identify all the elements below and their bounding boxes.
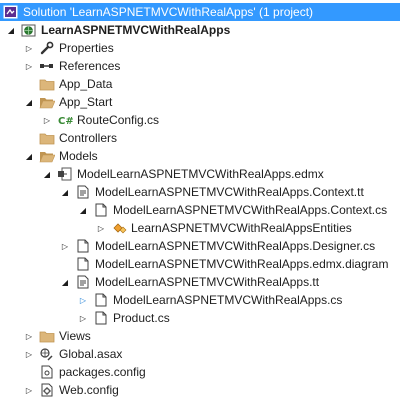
document-icon	[93, 311, 109, 325]
tree-item-document[interactable]: ModelLearnASPNETMVCWithRealApps.Context.…	[0, 201, 400, 219]
svg-text:C#: C#	[58, 116, 73, 127]
tree-item-document[interactable]: ModelLearnASPNETMVCWithRealApps.Designer…	[0, 237, 400, 255]
tree-item-label: RouteConfig.cs	[77, 113, 160, 127]
tree-item-web-project[interactable]: LearnASPNETMVCWithRealApps	[0, 21, 400, 39]
tree-item-config-file[interactable]: packages.config	[0, 363, 400, 381]
document-icon	[93, 293, 109, 307]
expand-arrow-icon[interactable]	[95, 219, 107, 237]
expand-arrow-icon[interactable]	[59, 237, 71, 255]
folder-open-icon	[39, 149, 56, 163]
expand-arrow-icon[interactable]	[23, 327, 35, 345]
tree-item-label: ModelLearnASPNETMVCWithRealApps.Designer…	[95, 239, 376, 253]
tree-item-label: LearnASPNETMVCWithRealAppsEntities	[131, 221, 352, 235]
tree-item-folder-open[interactable]: Models	[0, 147, 400, 165]
config-file-icon	[39, 365, 55, 379]
tree-item-web-config[interactable]: Web.config	[0, 381, 400, 399]
edmx-file-icon	[57, 167, 73, 181]
collapse-arrow-icon[interactable]	[59, 273, 71, 291]
tree-item-edmx-file[interactable]: ModelLearnASPNETMVCWithRealApps.edmx	[0, 165, 400, 183]
collapse-arrow-icon[interactable]	[41, 165, 53, 183]
expand-arrow-icon[interactable]	[23, 39, 35, 57]
tree-item-label: ModelLearnASPNETMVCWithRealApps.Context.…	[95, 185, 364, 199]
tree-item-document[interactable]: ModelLearnASPNETMVCWithRealApps.edmx.dia…	[0, 255, 400, 273]
folder-icon	[39, 77, 55, 91]
web-config-icon	[39, 383, 55, 397]
tree-item-folder[interactable]: Views	[0, 327, 400, 345]
global-asax-icon	[39, 347, 55, 361]
tree-item-folder-open[interactable]: App_Start	[0, 93, 400, 111]
tree-item-label: ModelLearnASPNETMVCWithRealApps.Context.…	[113, 203, 388, 217]
expand-arrow-icon[interactable]	[41, 111, 53, 129]
tree-item-label: Global.asax	[59, 347, 123, 361]
tree-item-label: ModelLearnASPNETMVCWithRealApps.edmx	[77, 167, 324, 181]
tree-item-label: App_Data	[59, 77, 113, 91]
tree-item-folder[interactable]: Controllers	[0, 129, 400, 147]
expand-arrow-icon[interactable]	[23, 345, 35, 363]
expand-arrow-icon[interactable]	[77, 309, 89, 327]
folder-icon	[39, 329, 55, 343]
document-icon	[93, 203, 109, 217]
tree-item-label: Solution 'LearnASPNETMVCWithRealApps' (1…	[23, 5, 314, 19]
tree-item-tt-file[interactable]: ModelLearnASPNETMVCWithRealApps.tt	[0, 273, 400, 291]
tree-item-label: References	[59, 59, 121, 73]
references-icon	[39, 59, 55, 73]
collapse-arrow-icon[interactable]	[23, 147, 35, 165]
tree-item-references[interactable]: References	[0, 57, 400, 75]
document-icon	[75, 257, 91, 271]
folder-icon	[39, 131, 55, 145]
tree-item-csharp-file[interactable]: C# RouteConfig.cs	[0, 111, 400, 129]
collapse-arrow-icon[interactable]	[77, 201, 89, 219]
tree-item-label: ModelLearnASPNETMVCWithRealApps.cs	[113, 293, 343, 307]
tree-item-label: Web.config	[59, 383, 119, 397]
expand-arrow-icon[interactable]	[77, 291, 89, 309]
expand-arrow-icon[interactable]	[23, 381, 35, 399]
solution-icon	[3, 5, 19, 19]
tree-item-label: Models	[59, 149, 98, 163]
tree-item-label: packages.config	[59, 365, 146, 379]
tree-item-global-asax[interactable]: Global.asax	[0, 345, 400, 363]
expand-arrow-icon[interactable]	[23, 57, 35, 75]
web-project-icon	[21, 23, 37, 37]
tree-item-label: LearnASPNETMVCWithRealApps	[41, 23, 231, 37]
tree-item-document[interactable]: ModelLearnASPNETMVCWithRealApps.cs	[0, 291, 400, 309]
tree-item-label: ModelLearnASPNETMVCWithRealApps.tt	[95, 275, 320, 289]
tree-item-label: Controllers	[59, 131, 118, 145]
solution-explorer-tree: Solution 'LearnASPNETMVCWithRealApps' (1…	[0, 0, 400, 400]
tree-item-label: Product.cs	[113, 311, 170, 325]
document-icon	[75, 239, 91, 253]
tree-item-wrench[interactable]: Properties	[0, 39, 400, 57]
folder-open-icon	[39, 95, 56, 109]
collapse-arrow-icon[interactable]	[23, 93, 35, 111]
tree-item-label: Views	[59, 329, 91, 343]
csharp-file-icon: C#	[57, 113, 74, 127]
tree-item-folder[interactable]: App_Data	[0, 75, 400, 93]
tree-item-label: ModelLearnASPNETMVCWithRealApps.edmx.dia…	[95, 257, 389, 271]
tree-item-solution[interactable]: Solution 'LearnASPNETMVCWithRealApps' (1…	[0, 3, 400, 21]
wrench-icon	[39, 41, 55, 55]
tt-file-icon	[75, 275, 91, 289]
collapse-arrow-icon[interactable]	[59, 183, 71, 201]
tree-item-tt-file[interactable]: ModelLearnASPNETMVCWithRealApps.Context.…	[0, 183, 400, 201]
tt-file-icon	[75, 185, 91, 199]
tree-item-label: Properties	[59, 41, 114, 55]
collapse-arrow-icon[interactable]	[5, 21, 17, 39]
tree-item-document[interactable]: Product.cs	[0, 309, 400, 327]
tree-item-class[interactable]: LearnASPNETMVCWithRealAppsEntities	[0, 219, 400, 237]
tree-item-label: App_Start	[59, 95, 113, 109]
class-icon	[111, 221, 127, 235]
